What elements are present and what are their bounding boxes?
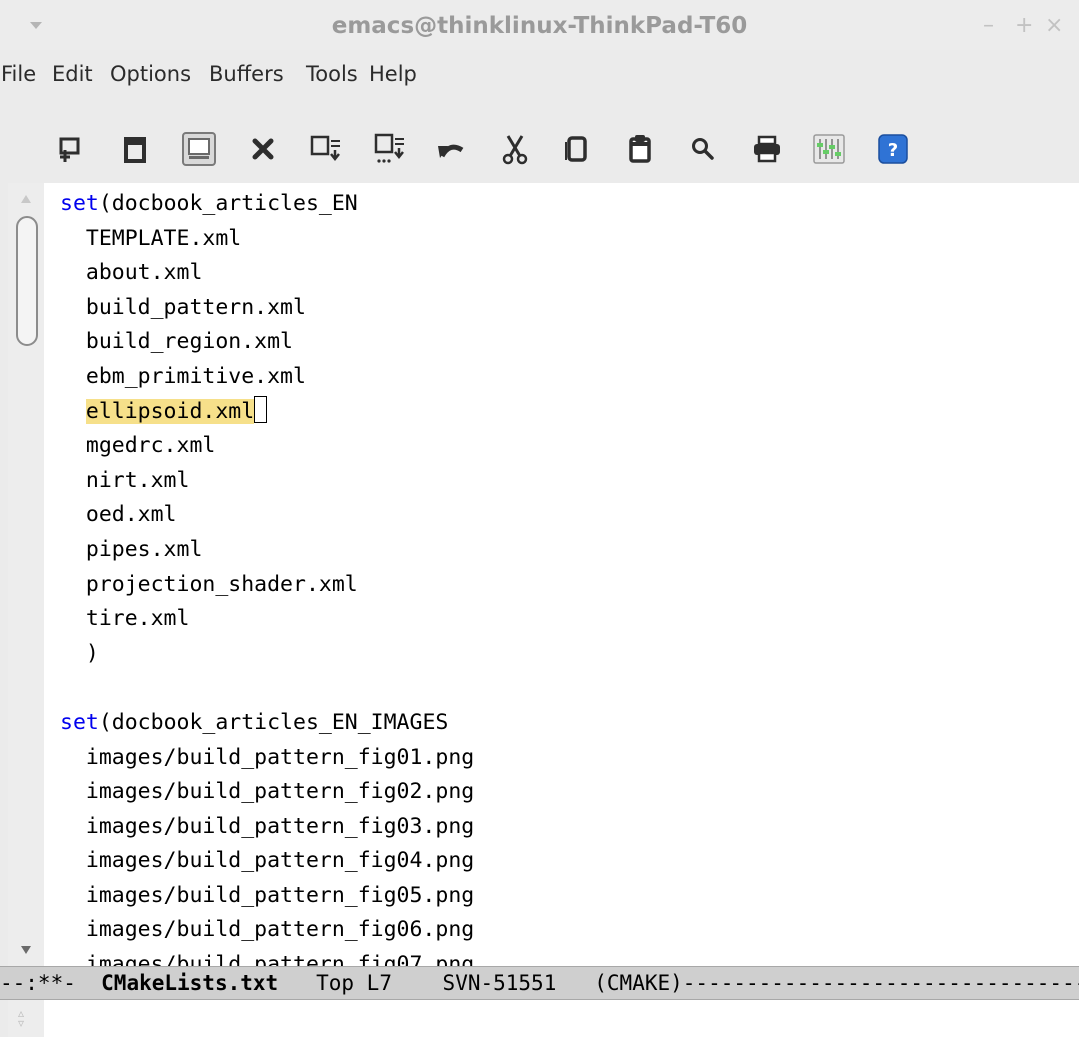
scroll-up-arrow-icon[interactable] — [21, 195, 31, 203]
save-icon[interactable] — [306, 130, 344, 168]
code-text: (docbook_articles_EN_IMAGES — [98, 709, 449, 735]
keyword: set — [60, 709, 99, 735]
paste-icon[interactable] — [621, 130, 659, 168]
code-line: ebm_primitive.xml — [60, 363, 306, 389]
echo-area[interactable] — [8, 1000, 1079, 1037]
menu-tools[interactable]: Tools — [306, 62, 358, 86]
print-icon[interactable] — [748, 130, 786, 168]
buffer-text[interactable]: set(docbook_articles_EN TEMPLATE.xml abo… — [60, 187, 1070, 983]
toolbar — [0, 96, 1079, 184]
menu-edit[interactable]: Edit — [52, 62, 93, 86]
customize-icon[interactable] — [810, 130, 848, 168]
copy-icon[interactable] — [558, 130, 596, 168]
cut-icon[interactable] — [496, 130, 534, 168]
menu-bar: File Edit Options Buffers Tools Help — [0, 50, 1079, 96]
code-line: images/build_pattern_fig04.png — [60, 848, 475, 874]
maximize-button[interactable]: + — [1015, 13, 1033, 38]
close-button[interactable]: × — [1045, 13, 1063, 38]
code-line: pipes.xml — [60, 536, 203, 562]
modeline-vc[interactable]: SVN-51551 — [443, 971, 557, 995]
menu-buffers[interactable]: Buffers — [209, 62, 284, 86]
code-line: oed.xml — [60, 502, 177, 528]
help-icon[interactable]: ? — [874, 130, 912, 168]
keyword: set — [60, 191, 99, 216]
code-line: set(docbook_articles_EN — [60, 187, 1070, 222]
scroll-down-arrow-icon[interactable] — [21, 946, 31, 954]
code-line: images/build_pattern_fig06.png — [60, 917, 475, 943]
code-line: tire.xml — [60, 606, 190, 632]
code-line: build_region.xml — [60, 329, 293, 355]
undo-icon[interactable] — [432, 130, 470, 168]
code-line: images/build_pattern_fig02.png — [60, 779, 475, 805]
code-line: nirt.xml — [60, 467, 190, 493]
echo-scrollbar — [8, 1000, 44, 1037]
text-cursor — [254, 396, 268, 424]
code-text: (docbook_articles_EN — [98, 191, 358, 216]
modeline-status: --:**- — [0, 971, 102, 995]
current-line: ellipsoid.xml — [60, 395, 1070, 430]
minimize-button[interactable]: – — [983, 13, 994, 38]
svg-text:?: ? — [888, 140, 898, 161]
open-directory-icon[interactable] — [180, 130, 218, 168]
modeline-fill: -------------------------------- — [682, 971, 1079, 995]
modeline-mode[interactable]: (CMAKE) — [556, 971, 683, 995]
code-line: projection_shader.xml — [60, 571, 358, 597]
code-line: TEMPLATE.xml — [60, 225, 242, 251]
code-line: mgedrc.xml — [60, 433, 216, 459]
echo-scroll-arrows-icon: ▵ ▿ — [18, 1006, 25, 1030]
mode-line[interactable]: --:**- CMakeLists.txt Top L7 SVN-51551 (… — [0, 966, 1079, 1000]
code-line: images/build_pattern_fig03.png — [60, 813, 475, 839]
close-buffer-icon[interactable] — [244, 130, 282, 168]
menu-file[interactable]: File — [1, 62, 36, 86]
save-as-icon[interactable] — [370, 130, 408, 168]
menu-options[interactable]: Options — [110, 62, 191, 86]
search-icon[interactable] — [684, 130, 722, 168]
code-line: images/build_pattern_fig05.png — [60, 882, 475, 908]
menu-help[interactable]: Help — [369, 62, 417, 86]
modeline-position: Top L7 — [278, 971, 443, 995]
open-folder-icon[interactable] — [116, 130, 154, 168]
buffer-name[interactable]: CMakeLists.txt — [101, 971, 278, 995]
code-line: ) — [60, 640, 99, 666]
window-title: emacs@thinklinux-ThinkPad-T60 — [331, 13, 748, 39]
scrollbar-thumb[interactable] — [16, 216, 38, 346]
code-line: about.xml — [60, 260, 203, 286]
new-file-icon[interactable] — [52, 130, 90, 168]
title-bar: emacs@thinklinux-ThinkPad-T60 – + × — [0, 0, 1079, 50]
code-line: build_pattern.xml — [60, 294, 306, 320]
code-line: images/build_pattern_fig01.png — [60, 744, 475, 770]
highlighted-text: ellipsoid.xml — [85, 398, 255, 424]
code-line: set(docbook_articles_EN_IMAGES — [60, 706, 1070, 741]
